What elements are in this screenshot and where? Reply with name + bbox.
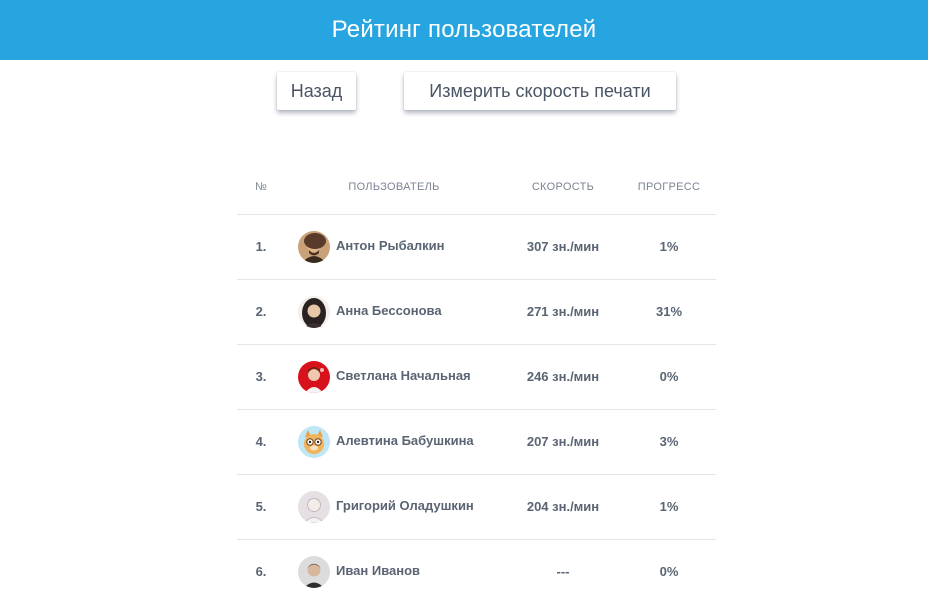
avatar [298, 296, 330, 328]
user-name: Светлана Начальная [336, 368, 471, 383]
speed-cell: 271 зн./мин [526, 304, 600, 319]
column-header-user: ПОЛЬЗОВАТЕЛЬ [348, 181, 440, 193]
avatar [298, 491, 330, 523]
progress-cell: 1% [659, 499, 679, 514]
user-name: Анна Бессонова [336, 303, 442, 318]
speed-cell: 204 зн./мин [526, 499, 600, 514]
table-row: 1. Антон Рыбалкин 307 зн./мин 1% [237, 215, 716, 280]
avatar [298, 231, 330, 263]
speed-cell: 307 зн./мин [526, 239, 600, 254]
progress-cell: 3% [659, 434, 679, 449]
table-row: 6. Иван Иванов --- 0% [237, 540, 716, 604]
avatar [298, 426, 330, 458]
column-header-progress: ПРОГРЕСС [637, 181, 701, 193]
back-button[interactable]: Назад [277, 72, 356, 110]
rating-table: № ПОЛЬЗОВАТЕЛЬ СКОРОСТЬ ПРОГРЕСС 1. Анто… [237, 160, 716, 604]
progress-cell: 1% [659, 239, 679, 254]
page-title: Рейтинг пользователей [331, 16, 597, 43]
speed-cell: --- [556, 564, 570, 579]
measure-speed-button[interactable]: Измерить скорость печати [404, 72, 676, 110]
table-row: 5. Григорий Оладушкин 204 зн./мин 1% [237, 475, 716, 540]
avatar [298, 556, 330, 588]
user-name: Антон Рыбалкин [336, 238, 445, 253]
user-name: Алевтина Бабушкина [336, 433, 474, 448]
rank-cell: 1. [255, 239, 267, 254]
column-header-number: № [254, 181, 268, 193]
progress-cell: 31% [655, 304, 683, 319]
speed-cell: 207 зн./мин [526, 434, 600, 449]
avatar [298, 361, 330, 393]
column-header-speed: СКОРОСТЬ [531, 181, 595, 193]
progress-cell: 0% [659, 564, 679, 579]
table-row: 4. Алевтина Бабушкина 207 зн./мин 3% [237, 410, 716, 475]
user-name: Иван Иванов [336, 563, 421, 578]
rank-cell: 3. [255, 369, 267, 384]
table-header: № ПОЛЬЗОВАТЕЛЬ СКОРОСТЬ ПРОГРЕСС [237, 160, 716, 215]
progress-cell: 0% [659, 369, 679, 384]
rank-cell: 2. [255, 304, 267, 319]
user-name: Григорий Оладушкин [336, 498, 474, 513]
speed-cell: 246 зн./мин [526, 369, 600, 384]
rank-cell: 4. [255, 434, 267, 449]
rank-cell: 6. [255, 564, 267, 579]
table-row: 2. Анна Бессонова 271 зн./мин 31% [237, 280, 716, 345]
page-header: Рейтинг пользователей [0, 0, 928, 60]
table-row: 3. Светлана Начальная 246 зн./мин 0% [237, 345, 716, 410]
rank-cell: 5. [255, 499, 267, 514]
